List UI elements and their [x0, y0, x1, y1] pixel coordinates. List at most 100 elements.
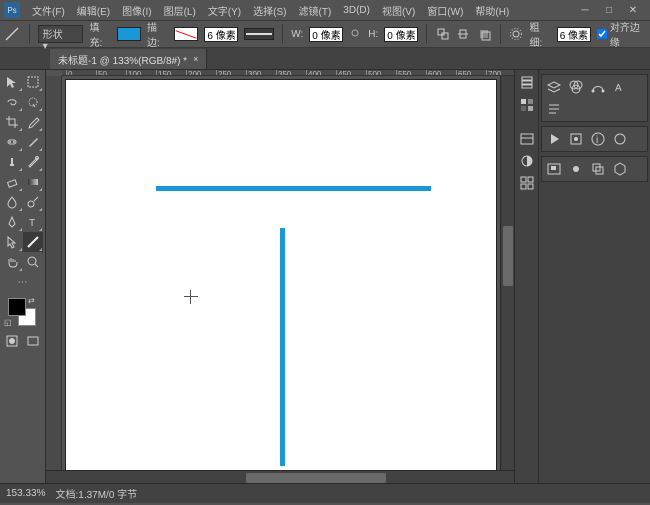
- zoom-field[interactable]: 153.33%: [6, 488, 45, 499]
- crop-tool[interactable]: [2, 112, 23, 132]
- stroke-label: 描边:: [147, 19, 168, 49]
- history-panel-icon[interactable]: [518, 74, 536, 92]
- layers-panel-icon[interactable]: [545, 78, 563, 96]
- foreground-color-swatch[interactable]: [8, 298, 26, 316]
- path-align-icon[interactable]: [456, 26, 471, 42]
- stamp-tool[interactable]: [2, 152, 23, 172]
- menu-bar: Ps 文件(F) 编辑(E) 图像(I) 图层(L) 文字(Y) 选择(S) 滤…: [0, 0, 650, 20]
- info-panel-icon[interactable]: i: [589, 130, 607, 148]
- app-logo-icon: Ps: [4, 2, 20, 18]
- line-tool-icon: [4, 25, 21, 43]
- move-tool[interactable]: [2, 72, 23, 92]
- marquee-tool[interactable]: [23, 72, 44, 92]
- quickmask-icon[interactable]: [2, 332, 23, 350]
- shape-mode-select[interactable]: 形状 ▾: [38, 25, 84, 43]
- svg-text:i: i: [596, 135, 598, 146]
- ruler-vertical[interactable]: [46, 76, 62, 470]
- width-field[interactable]: [309, 27, 343, 42]
- fill-swatch[interactable]: [117, 27, 141, 41]
- menu-filter[interactable]: 滤镜(T): [293, 1, 338, 20]
- window-maximize-icon[interactable]: □: [602, 5, 616, 16]
- panel-group-2: i: [541, 126, 648, 152]
- edit-toolbar-icon[interactable]: ⋯: [2, 272, 43, 292]
- eyedropper-tool[interactable]: [23, 112, 44, 132]
- hand-tool[interactable]: [2, 252, 23, 272]
- path-arrange-icon[interactable]: [477, 26, 492, 42]
- width-label: W:: [291, 29, 303, 40]
- stroke-style-select[interactable]: [244, 28, 274, 40]
- navigator-panel-icon[interactable]: [545, 160, 563, 178]
- adjustments-panel-icon[interactable]: [518, 152, 536, 170]
- heal-tool[interactable]: [2, 132, 23, 152]
- shape-vertical-line[interactable]: [280, 228, 285, 466]
- panel-group-1: A: [541, 74, 648, 122]
- default-colors-icon[interactable]: ◱: [4, 318, 12, 327]
- paragraph-panel-icon[interactable]: [545, 100, 563, 118]
- shape-horizontal-line[interactable]: [156, 186, 431, 191]
- brushes-panel-icon[interactable]: [567, 160, 585, 178]
- blur-tool[interactable]: [2, 192, 23, 212]
- doc-info[interactable]: 文档:1.37M/0 字节: [55, 486, 137, 501]
- align-edges-checkbox[interactable]: 对齐边缘: [597, 19, 646, 49]
- history-brush-tool[interactable]: [23, 152, 44, 172]
- scrollbar-vertical[interactable]: [500, 76, 514, 470]
- channels-panel-icon[interactable]: [567, 78, 585, 96]
- link-wh-icon[interactable]: [349, 27, 362, 41]
- window-close-icon[interactable]: ✕: [626, 5, 640, 16]
- path-select-tool[interactable]: [2, 232, 23, 252]
- zoom-tool[interactable]: [23, 252, 44, 272]
- menu-type[interactable]: 文字(Y): [202, 1, 247, 20]
- scrollbar-horizontal[interactable]: [46, 470, 514, 483]
- close-tab-icon[interactable]: ×: [193, 54, 198, 64]
- menu-layer[interactable]: 图层(L): [158, 1, 202, 20]
- canvas[interactable]: [66, 80, 496, 470]
- color-swatches: ⇄ ◱: [2, 296, 43, 330]
- panel-group-3: [541, 156, 648, 182]
- canvas-viewport[interactable]: [62, 76, 500, 470]
- actions-panel-icon[interactable]: [545, 130, 563, 148]
- swatches-panel-icon[interactable]: [518, 96, 536, 114]
- options-bar: 形状 ▾ 填充: 描边: W: H: 粗细: 对齐边缘: [0, 20, 650, 48]
- menu-file[interactable]: 文件(F): [26, 1, 71, 20]
- fill-label: 填充:: [89, 19, 110, 49]
- menu-help[interactable]: 帮助(H): [469, 1, 515, 20]
- right-panel-dock: A i: [514, 70, 650, 483]
- stroke-weight-field[interactable]: [204, 27, 238, 42]
- paths-panel-icon[interactable]: [589, 78, 607, 96]
- lasso-tool[interactable]: [2, 92, 23, 112]
- screenmode-icon[interactable]: [23, 332, 44, 350]
- color-panel-icon[interactable]: [611, 130, 629, 148]
- gradient-tool[interactable]: [23, 172, 44, 192]
- height-field[interactable]: [384, 27, 418, 42]
- eraser-tool[interactable]: [2, 172, 23, 192]
- weight2-field[interactable]: [557, 27, 591, 42]
- swap-colors-icon[interactable]: ⇄: [28, 296, 35, 305]
- dodge-tool[interactable]: [23, 192, 44, 212]
- window-minimize-icon[interactable]: ─: [578, 5, 592, 16]
- 3d-panel-icon[interactable]: [611, 160, 629, 178]
- menu-image[interactable]: 图像(I): [116, 1, 157, 20]
- menu-view[interactable]: 视图(V): [376, 1, 421, 20]
- document-tab-title: 未标题-1 @ 133%(RGB/8#) *: [58, 52, 187, 67]
- menu-3d[interactable]: 3D(D): [337, 3, 376, 18]
- document-tab[interactable]: 未标题-1 @ 133%(RGB/8#) * ×: [50, 49, 207, 69]
- character-panel-icon[interactable]: A: [611, 78, 629, 96]
- brush-tool[interactable]: [23, 132, 44, 152]
- stroke-swatch[interactable]: [174, 27, 198, 41]
- menu-edit[interactable]: 编辑(E): [71, 1, 116, 20]
- menu-window[interactable]: 窗口(W): [421, 1, 469, 20]
- document-tab-bar: 未标题-1 @ 133%(RGB/8#) * ×: [0, 48, 650, 70]
- toolbox: T ⋯ ⇄ ◱: [0, 70, 46, 483]
- menu-select[interactable]: 选择(S): [247, 1, 292, 20]
- line-tool[interactable]: [23, 232, 44, 252]
- quick-select-tool[interactable]: [23, 92, 44, 112]
- gear-icon[interactable]: [509, 26, 524, 42]
- status-bar: 153.33% 文档:1.37M/0 字节: [0, 483, 650, 503]
- properties-panel-icon[interactable]: [518, 130, 536, 148]
- path-ops-icon[interactable]: [435, 26, 450, 42]
- type-tool[interactable]: T: [23, 212, 44, 232]
- pen-tool[interactable]: [2, 212, 23, 232]
- clone-panel-icon[interactable]: [589, 160, 607, 178]
- libraries-panel-icon[interactable]: [518, 174, 536, 192]
- styles-panel-icon[interactable]: [567, 130, 585, 148]
